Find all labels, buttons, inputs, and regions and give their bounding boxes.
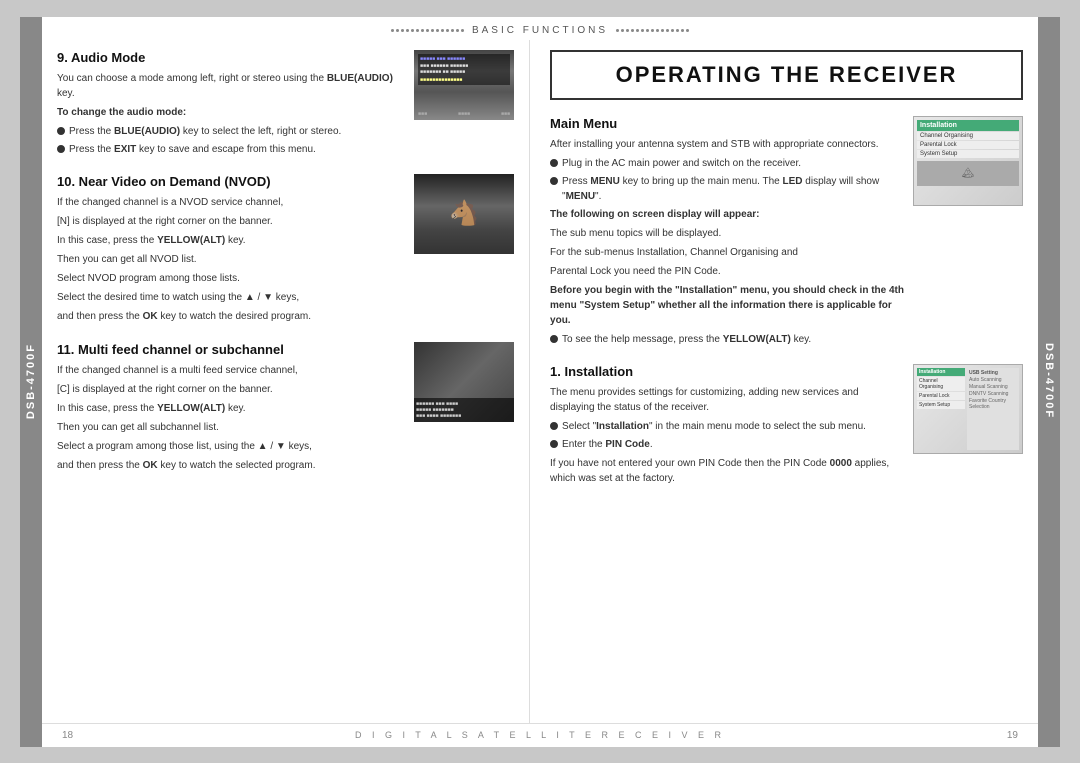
main-menu-with-image: Main Menu After installing your antenna … bbox=[550, 116, 1023, 350]
left-tab-label: DSB-4700F bbox=[25, 343, 37, 419]
right-page: OPERATING THE RECEIVER Main Menu After i… bbox=[530, 40, 1038, 723]
section-9-body: You can choose a mode among left, right … bbox=[57, 71, 406, 157]
section-11-body: If the changed channel is a multi feed s… bbox=[57, 363, 406, 473]
installation-image: Installation Channel Organising Parental… bbox=[913, 364, 1023, 454]
s10p2: [N] is displayed at the right corner on … bbox=[57, 214, 406, 229]
section-9-image: ■■■■■ ■■■ ■■■■■■ ■■■ ■■■■■■ ■■■■■■ ■■■■■… bbox=[414, 50, 514, 120]
bullet-dot bbox=[550, 159, 558, 167]
section-9-p1: You can choose a mode among left, right … bbox=[57, 71, 406, 101]
section-9-bullet2: Press the EXIT key to save and escape fr… bbox=[57, 142, 406, 157]
inst-b2-text: Enter the PIN Code. bbox=[562, 437, 653, 452]
mm-intro: After installing your antenna system and… bbox=[550, 137, 905, 152]
footer-bar: 18 D I G I T A L S A T E L L I T E R E C… bbox=[42, 723, 1038, 747]
mm-before-bold: Before you begin with the "Installation"… bbox=[550, 283, 905, 328]
bullet-dot bbox=[550, 335, 558, 343]
installation-body: The menu provides settings for customizi… bbox=[550, 385, 905, 486]
left-side-tab: DSB-4700F bbox=[20, 17, 42, 747]
section-11-img-placeholder: ■■■■■■ ■■■ ■■■■ ■■■■■ ■■■■■■■ ■■■ ■■■■ ■… bbox=[414, 342, 514, 422]
section-10: 10. Near Video on Demand (NVOD) If the c… bbox=[57, 174, 514, 328]
footer-right-page-num: 19 bbox=[1007, 730, 1018, 741]
installation-section: 1. Installation The menu provides settin… bbox=[550, 364, 1023, 490]
s10p7: and then press the OK key to watch the d… bbox=[57, 309, 406, 324]
section-11-with-image: 11. Multi feed channel or subchannel If … bbox=[57, 342, 514, 477]
s10p1: If the changed channel is a NVOD service… bbox=[57, 195, 406, 210]
mm-b2-text: Press MENU key to bring up the main menu… bbox=[562, 174, 905, 204]
mm-submenu3: Parental Lock you need the PIN Code. bbox=[550, 264, 905, 279]
s11p2: [C] is displayed at the right corner on … bbox=[57, 382, 406, 397]
installation-title: 1. Installation bbox=[550, 364, 905, 379]
section-9-bold: BLUE(AUDIO) bbox=[327, 73, 393, 84]
section-9-text: 9. Audio Mode You can choose a mode amon… bbox=[57, 50, 406, 160]
section-11: 11. Multi feed channel or subchannel If … bbox=[57, 342, 514, 477]
section-9-bullet1: Press the BLUE(AUDIO) key to select the … bbox=[57, 124, 406, 139]
header-right-dots bbox=[616, 29, 689, 32]
mm-b1: Plug in the AC main power and switch on … bbox=[550, 156, 905, 171]
mm-b3: To see the help message, press the YELLO… bbox=[550, 332, 905, 347]
inst-b2: Enter the PIN Code. bbox=[550, 437, 905, 452]
section-11-title: 11. Multi feed channel or subchannel bbox=[57, 342, 406, 357]
left-page: 9. Audio Mode You can choose a mode amon… bbox=[42, 40, 530, 723]
mm-b3-text: To see the help message, press the YELLO… bbox=[562, 332, 811, 347]
content-area: 9. Audio Mode You can choose a mode amon… bbox=[42, 40, 1038, 723]
s10p6: Select the desired time to watch using t… bbox=[57, 290, 406, 305]
header-center-text: BASIC FUNCTIONS bbox=[472, 25, 608, 36]
installation-with-image: 1. Installation The menu provides settin… bbox=[550, 364, 1023, 490]
right-tab-label: DSB-4700F bbox=[1043, 343, 1055, 419]
s10p4: Then you can get all NVOD list. bbox=[57, 252, 406, 267]
section-9-p2: To change the audio mode: bbox=[57, 105, 406, 120]
big-title-box: OPERATING THE RECEIVER bbox=[550, 50, 1023, 100]
section-10-img-placeholder: 🐴 bbox=[414, 174, 514, 254]
mm-submenu1: The sub menu topics will be displayed. bbox=[550, 226, 905, 241]
s11p5: Select a program among those list, using… bbox=[57, 439, 406, 454]
s11p3: In this case, press the YELLOW(ALT) key. bbox=[57, 401, 406, 416]
mm-following: The following on screen display will app… bbox=[550, 207, 905, 222]
page-wrapper: DSB-4700F BASIC FUNCTIONS bbox=[20, 17, 1060, 747]
s10p3: In this case, press the YELLOW(ALT) key. bbox=[57, 233, 406, 248]
section-9-bullet1-text: Press the BLUE(AUDIO) key to select the … bbox=[69, 124, 341, 139]
s11p4: Then you can get all subchannel list. bbox=[57, 420, 406, 435]
section-10-body: If the changed channel is a NVOD service… bbox=[57, 195, 406, 324]
mm-b2: Press MENU key to bring up the main menu… bbox=[550, 174, 905, 204]
footer-left-page-num: 18 bbox=[62, 730, 73, 741]
footer-center-text: D I G I T A L S A T E L L I T E R E C E … bbox=[355, 730, 725, 740]
bullet-dot bbox=[550, 177, 558, 185]
main-menu-title: Main Menu bbox=[550, 116, 905, 131]
section-10-with-image: 10. Near Video on Demand (NVOD) If the c… bbox=[57, 174, 514, 328]
header-bar: BASIC FUNCTIONS bbox=[42, 17, 1038, 40]
section-9: 9. Audio Mode You can choose a mode amon… bbox=[57, 50, 514, 160]
main-content: BASIC FUNCTIONS 9. Audio Mode bbox=[42, 17, 1038, 747]
inst-b1: Select "Installation" in the main menu m… bbox=[550, 419, 905, 434]
installation-text: 1. Installation The menu provides settin… bbox=[550, 364, 905, 490]
inst-b1-text: Select "Installation" in the main menu m… bbox=[562, 419, 866, 434]
section-9-bullet2-text: Press the EXIT key to save and escape fr… bbox=[69, 142, 316, 157]
section-11-text: 11. Multi feed channel or subchannel If … bbox=[57, 342, 406, 477]
bullet-dot bbox=[57, 127, 65, 135]
inst-intro: The menu provides settings for customizi… bbox=[550, 385, 905, 415]
main-menu-image: Installation Channel Organising Parental… bbox=[913, 116, 1023, 206]
mm-submenu2: For the sub-menus Installation, Channel … bbox=[550, 245, 905, 260]
s10p5: Select NVOD program among those lists. bbox=[57, 271, 406, 286]
main-menu-body: After installing your antenna system and… bbox=[550, 137, 905, 347]
s11p1: If the changed channel is a multi feed s… bbox=[57, 363, 406, 378]
bullet-dot bbox=[550, 422, 558, 430]
inst-pin-note: If you have not entered your own PIN Cod… bbox=[550, 456, 905, 486]
main-menu-section: Main Menu After installing your antenna … bbox=[550, 116, 1023, 350]
bullet-dot bbox=[57, 145, 65, 153]
section-10-image: 🐴 bbox=[414, 174, 514, 254]
section-10-text: 10. Near Video on Demand (NVOD) If the c… bbox=[57, 174, 406, 328]
section-9-with-image: 9. Audio Mode You can choose a mode amon… bbox=[57, 50, 514, 160]
mm-b1-text: Plug in the AC main power and switch on … bbox=[562, 156, 801, 171]
section-9-title: 9. Audio Mode bbox=[57, 50, 406, 65]
right-side-tab: DSB-4700F bbox=[1038, 17, 1060, 747]
section-9-heading: To change the audio mode: bbox=[57, 107, 186, 118]
header-left-dots bbox=[391, 29, 464, 32]
section-10-title: 10. Near Video on Demand (NVOD) bbox=[57, 174, 406, 189]
main-menu-text: Main Menu After installing your antenna … bbox=[550, 116, 905, 350]
s11p6: and then press the OK key to watch the s… bbox=[57, 458, 406, 473]
section-11-image: ■■■■■■ ■■■ ■■■■ ■■■■■ ■■■■■■■ ■■■ ■■■■ ■… bbox=[414, 342, 514, 422]
bullet-dot bbox=[550, 440, 558, 448]
section-9-img-placeholder: ■■■■■ ■■■ ■■■■■■ ■■■ ■■■■■■ ■■■■■■ ■■■■■… bbox=[414, 50, 514, 120]
main-title: OPERATING THE RECEIVER bbox=[572, 62, 1001, 88]
